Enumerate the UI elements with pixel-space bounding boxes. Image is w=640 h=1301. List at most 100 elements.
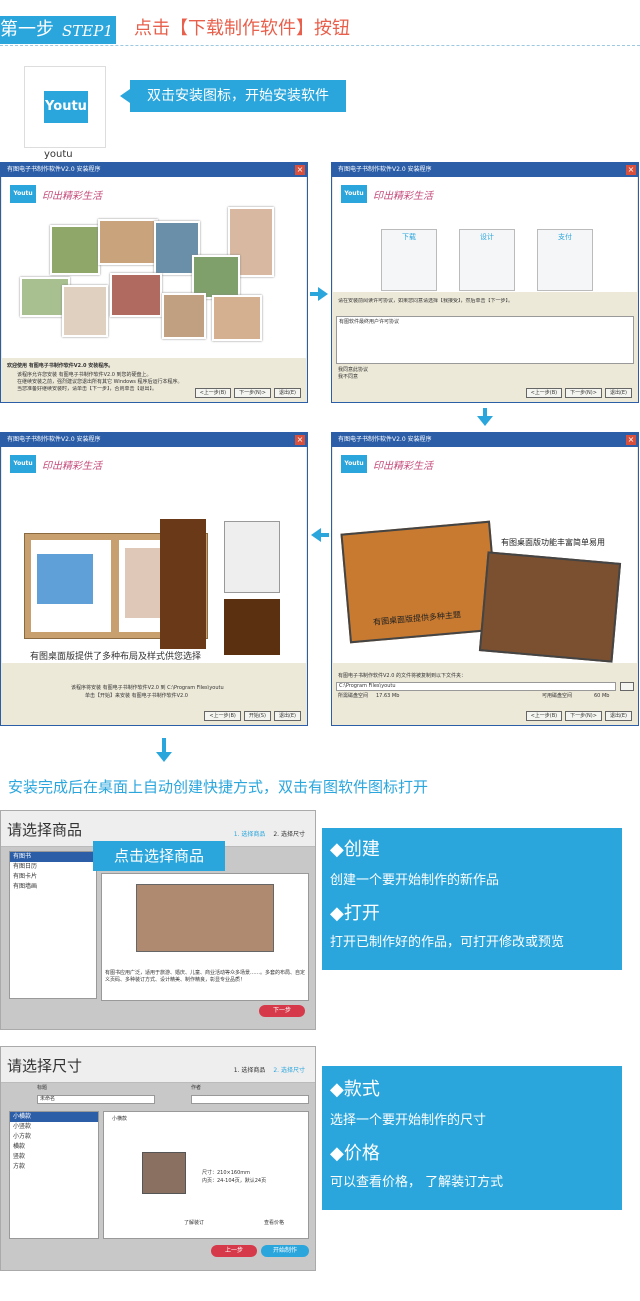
prev-button[interactable]: <上一步(B) [525,711,563,721]
size-item[interactable]: 小横款 [10,1112,98,1122]
layout-caption: 有图桌面版提供了多种布局及样式供您选择 [30,652,202,662]
welcome-text: 在继续安装之前，强烈建议您退出所有其它 Windows 程序后运行本程序。 [17,379,183,385]
exit-button[interactable]: 退出(E) [604,711,632,721]
product-item[interactable]: 有图卡片 [10,872,96,882]
step-card-label: 支付 [558,233,572,241]
next-button[interactable]: 下一步(N)> [565,711,602,721]
photo [62,285,108,337]
prev-button[interactable]: <上一步(B) [525,388,563,398]
product-description: 有图书应用广泛，适用于旅游、婚庆、儿童、商业活动等众多场景……。多套的布局、自定… [105,970,306,983]
license-prompt: 请在安装前阅读许可协议，如果您同意请选择【我接受】，然后单击【下一步】。 [338,298,514,304]
product-item[interactable]: 有图日历 [10,862,96,872]
size-item[interactable]: 竖款 [10,1152,98,1162]
features-caption: 有图桌面版功能丰富简单易用 [501,538,605,547]
size-spec: 尺寸：210×160mm [202,1170,251,1176]
step-card-label: 设计 [480,233,494,241]
prev-button[interactable]: <上一步(B) [204,711,241,721]
prev-button[interactable]: 上一步 [211,1245,257,1257]
close-icon[interactable]: × [295,165,305,175]
path-prompt: 有图电子书制作软件V2.0 的文件将被复制到以下文件夹： [338,673,466,679]
license-textbox[interactable]: 有图软件最终用户许可协议 [336,316,634,364]
next-button[interactable]: 下一步(N)> [234,388,271,398]
slogan: 印出精彩生活 [373,461,433,472]
product-item[interactable]: 有图墙画 [10,882,96,892]
close-icon[interactable]: × [626,435,636,445]
tutorial-page: 第一步 STEP1 点击【下载制作软件】按钮 Youtu youtu 双击安装图… [0,0,640,1301]
step-badge: 第一步 STEP1 [0,16,116,44]
step-card-label: 下载 [402,233,416,241]
space-free-value: 60 Mb [594,693,610,699]
slogan: 印出精彩生活 [42,191,102,202]
size-item[interactable]: 小竖款 [10,1122,98,1132]
price-link[interactable]: 查看价格 [264,1220,284,1227]
start-button[interactable]: 开始(S) [243,711,271,721]
exit-button[interactable]: 退出(E) [604,388,632,398]
photo [110,273,162,317]
installer-icon-tile[interactable]: Youtu [24,66,106,148]
style-price-info: ◆款式 选择一个要开始制作的尺寸 ◆价格 可以查看价格， 了解装订方式 [322,1066,622,1210]
installer-window-path: 有图电子书制作软件V2.0 安装程序 × Youtu 印出精彩生活 有图桌面版功… [331,432,639,726]
size-list: 小横款 小竖款 小方款 横款 竖款 方款 [9,1111,99,1239]
size-preview: 小横款 尺寸：210×160mm 内页：24-104页，默认24页 了解装订 查… [103,1111,309,1239]
space-required-value: 17.63 Mb [376,693,400,699]
arrow-down-icon [477,408,493,426]
step-indicator-2: 2. 选择尺寸 [273,831,305,838]
close-icon[interactable]: × [295,435,305,445]
author-input[interactable] [191,1095,309,1104]
welcome-text: 该程序允许您安装 有图电子书制作软件V2.0 到您的硬盘上。 [17,372,152,378]
window-title: 有图电子书制作软件V2.0 安装程序 [1,433,307,447]
step-indicator-2: 2. 选择尺寸 [273,1067,305,1074]
window-title: 有图电子书制作软件V2.0 安装程序 [332,433,638,447]
step-card-download: 下载 [381,229,437,291]
space-free-label: 可用磁盘空间 [542,693,573,699]
size-item[interactable]: 小方款 [10,1132,98,1142]
style-text: 选择一个要开始制作的尺寸 [330,1113,487,1128]
prev-button[interactable]: <上一步(B) [194,388,232,398]
title-input[interactable]: 未命名 [37,1095,155,1104]
price-heading: ◆价格 [330,1143,380,1164]
size-item[interactable]: 方款 [10,1162,98,1172]
close-icon[interactable]: × [626,165,636,175]
arrow-left-icon [311,528,329,542]
installer-window-welcome: 有图电子书制作软件V2.0 安装程序 × Youtu 印出精彩生活 欢迎使用 有… [0,162,308,403]
slogan: 印出精彩生活 [373,191,433,202]
finish-text: 单击【开始】来安装 有图电子书制作软件V2.0 [85,693,188,699]
accept-radio[interactable]: 我同意此协议 [338,367,368,374]
product-list: 有图书 有图日历 有图卡片 有图墙画 [9,851,97,999]
browse-button[interactable] [620,682,634,691]
step-indicator-1: 1. 选择商品 [233,1067,266,1074]
start-button[interactable]: 开始制作 [261,1245,309,1257]
next-button[interactable]: 下一步(N)> [565,388,602,398]
step-card-pay: 支付 [537,229,593,291]
arrow-down-icon [156,738,172,762]
installer-icon-caption: youtu [44,149,73,160]
space-required-label: 所需磁盘空间 [338,693,369,699]
binding-link[interactable]: 了解装订 [184,1220,204,1227]
price-text: 可以查看价格， 了解装订方式 [330,1175,504,1190]
size-item[interactable]: 横款 [10,1142,98,1152]
style-swatches [224,599,280,655]
photo [162,293,206,339]
exit-button[interactable]: 退出(E) [273,711,301,721]
callout-bubble: 点击选择商品 [93,841,225,871]
step-indicator-1: 1. 选择商品 [233,831,266,838]
photo [37,554,93,604]
decline-radio[interactable]: 我不同意 [338,374,358,381]
finish-text: 该程序将安装 有图电子书制作软件V2.0 到 C:\Program Files\… [71,685,224,691]
exit-button[interactable]: 退出(E) [273,388,301,398]
youtu-logo: Youtu [10,185,36,203]
product-item[interactable]: 有图书 [10,852,96,862]
open-text: 打开已制作好的作品，可打开修改或预览 [330,935,565,950]
photo [212,295,262,341]
step-label-en: STEP1 [62,22,113,40]
step-title: 点击【下载制作软件】按钮 [134,18,350,39]
install-path-input[interactable]: C:\Program Files\youtu [336,682,616,691]
next-button[interactable]: 下一步 [259,1005,305,1017]
title-label: 标题 [37,1085,48,1091]
installer-window-license: 有图电子书制作软件V2.0 安装程序 × Youtu 印出精彩生活 下载 设计 … [331,162,639,403]
choose-product-panel: 请选择商品 1. 选择商品 2. 选择尺寸 有图书 有图日历 有图卡片 有图墙画… [0,810,316,1030]
slogan: 印出精彩生活 [42,461,102,472]
license-text: 有图软件最终用户许可协议 [339,319,400,325]
header-divider [0,45,640,46]
create-open-info: ◆创建 创建一个要开始制作的新作品 ◆打开 打开已制作好的作品，可打开修改或预览 [322,828,622,970]
